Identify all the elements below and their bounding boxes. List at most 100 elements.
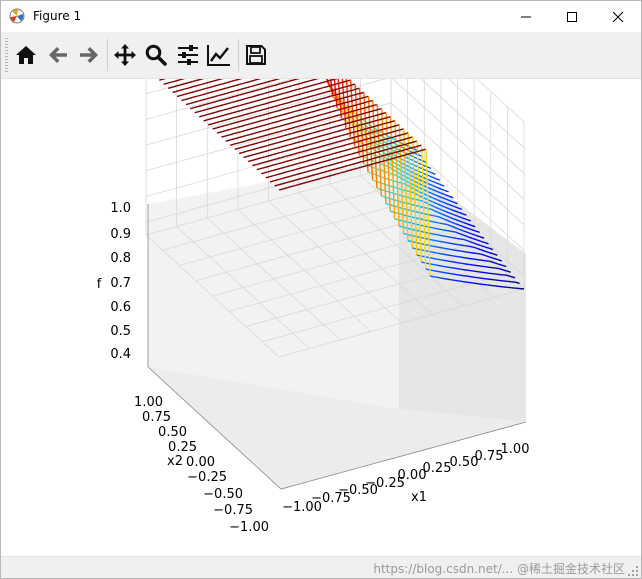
surface-line — [323, 165, 328, 168]
surface-line — [490, 272, 495, 275]
surface-line — [261, 118, 267, 122]
surface-line — [341, 133, 347, 137]
surface-line — [337, 129, 342, 133]
surface-line — [216, 126, 221, 129]
zoom-icon — [145, 44, 167, 66]
surface-line — [194, 110, 200, 114]
surface-line — [478, 277, 483, 280]
surface-line — [303, 128, 309, 131]
surface-line — [302, 165, 307, 169]
surface-line — [304, 143, 310, 147]
surface-line — [473, 252, 478, 255]
surface-line — [319, 118, 325, 121]
surface-line — [339, 160, 344, 164]
surface-line — [321, 144, 327, 147]
surface-line — [266, 128, 271, 131]
surface-line — [427, 174, 432, 178]
plot-3d[interactable]: 1.0 0.9 0.8 0.7 0.6 0.5 0.4 f 1.00 0.75 … — [1, 1, 641, 555]
surface-line — [230, 143, 235, 146]
surface-line — [238, 151, 244, 155]
close-button[interactable] — [595, 1, 641, 32]
surface-line — [323, 107, 328, 110]
configure-subplots-button[interactable] — [174, 41, 202, 69]
surface-line — [443, 235, 449, 238]
surface-line — [305, 154, 311, 157]
z-axis-label: f — [97, 277, 102, 292]
surface-line — [264, 91, 269, 95]
maximize-button[interactable] — [549, 1, 595, 32]
surface-line — [219, 114, 225, 117]
surface-line — [276, 88, 281, 91]
edit-axes-button[interactable] — [205, 41, 233, 69]
surface-line — [287, 132, 292, 136]
zoom-button[interactable] — [142, 41, 170, 69]
surface-line — [486, 266, 491, 269]
toolbar-grip[interactable] — [5, 38, 8, 72]
resize-grip-icon[interactable] — [627, 565, 639, 577]
surface-line — [306, 159, 311, 162]
surface-line — [247, 85, 252, 89]
surface-line — [308, 127, 313, 130]
surface-line — [201, 93, 207, 96]
surface-line — [258, 135, 264, 138]
surface-line — [269, 106, 274, 109]
surface-line — [320, 123, 325, 127]
surface-line — [290, 174, 295, 177]
figure-canvas[interactable]: 1.0 0.9 0.8 0.7 0.6 0.5 0.4 f 1.00 0.75 … — [1, 1, 641, 555]
surface-line — [265, 112, 270, 115]
save-button[interactable] — [242, 41, 270, 69]
surface-line — [333, 135, 338, 139]
surface-line — [224, 129, 230, 132]
surface-line — [317, 150, 323, 154]
surface-line — [280, 81, 285, 85]
surface-line — [337, 140, 343, 143]
forward-button[interactable] — [75, 41, 103, 69]
surface-line — [255, 83, 260, 86]
surface-line — [429, 275, 435, 278]
surface-line — [249, 127, 255, 130]
surface-line — [294, 104, 299, 107]
surface-line — [326, 95, 332, 98]
status-bar: https://blog.csdn.net/... @稀土掘金技术社区 — [1, 556, 641, 578]
surface-line — [297, 161, 303, 165]
surface-line — [239, 103, 245, 107]
surface-line — [507, 286, 512, 289]
surface-line — [260, 156, 265, 159]
surface-line — [295, 120, 300, 123]
surface-line — [338, 145, 343, 148]
title-bar[interactable]: Figure 1 — [1, 1, 641, 32]
surface-line — [282, 176, 287, 180]
surface-line — [255, 88, 260, 92]
watermark-text: https://blog.csdn.net/... @稀土掘金技术社区 — [373, 562, 625, 576]
surface-line — [320, 134, 326, 137]
surface-line — [248, 111, 254, 115]
surface-line — [237, 130, 242, 134]
surface-line — [307, 121, 313, 125]
surface-line — [251, 158, 257, 162]
save-icon — [246, 45, 266, 65]
surface-line — [261, 108, 266, 111]
surface-line — [315, 114, 320, 117]
surface-line — [453, 261, 458, 264]
surface-line — [268, 159, 273, 162]
surface-line — [279, 140, 285, 143]
surface-line — [314, 98, 319, 102]
surface-line — [250, 143, 256, 146]
surface-line — [198, 99, 203, 102]
surface-line — [289, 95, 294, 98]
surface-line — [202, 98, 207, 101]
minimize-button[interactable] — [503, 1, 549, 32]
pan-button[interactable] — [111, 41, 139, 69]
home-button[interactable] — [12, 41, 40, 69]
surface-line — [293, 94, 298, 97]
surface-line — [310, 94, 315, 98]
back-button[interactable] — [44, 41, 72, 69]
surface-line — [285, 159, 290, 163]
surface-line — [284, 91, 290, 94]
surface-line — [461, 256, 466, 259]
surface-line — [280, 92, 286, 95]
surface-line — [287, 138, 293, 141]
surface-line — [275, 77, 280, 81]
surface-line — [268, 154, 273, 157]
surface-line — [277, 103, 282, 107]
